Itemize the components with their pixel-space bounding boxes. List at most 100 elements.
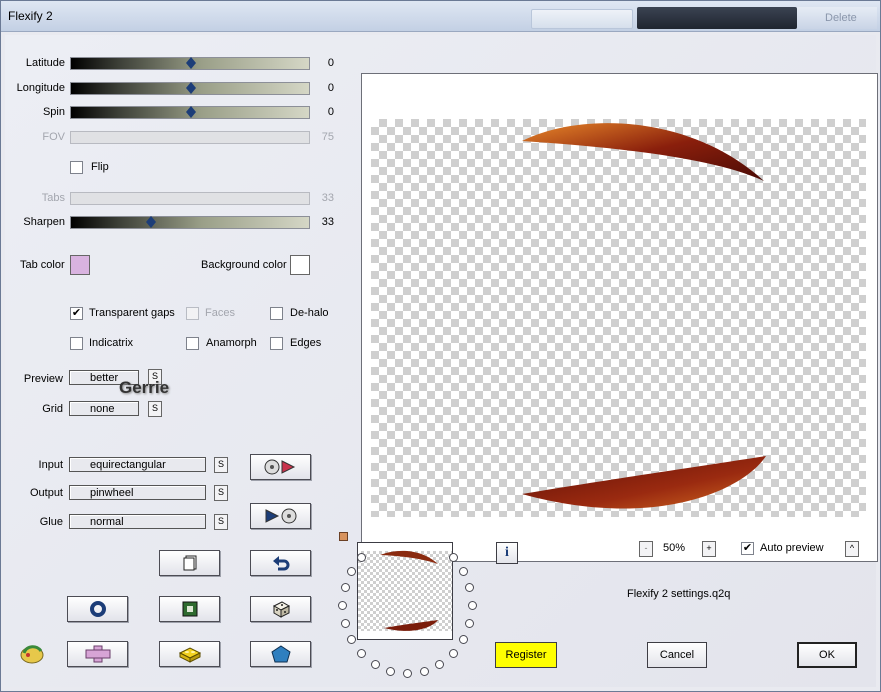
rotation-dial-dot[interactable] bbox=[347, 567, 357, 576]
background-window-strip bbox=[637, 7, 797, 29]
tab-color-label: Tab color bbox=[20, 259, 65, 271]
ring-button[interactable] bbox=[67, 596, 128, 622]
navigator-corner-handle[interactable] bbox=[339, 532, 348, 541]
indicatrix-checkbox[interactable] bbox=[70, 337, 83, 350]
grid-field[interactable]: none bbox=[69, 401, 139, 416]
rotation-dial-dot[interactable] bbox=[340, 583, 350, 593]
anamorph-label: Anamorph bbox=[206, 337, 257, 349]
rotation-dial-dot[interactable] bbox=[386, 666, 396, 676]
sharpen-slider-thumb[interactable] bbox=[146, 216, 156, 228]
fov-slider[interactable] bbox=[70, 131, 310, 144]
sharpen-slider[interactable] bbox=[70, 216, 310, 229]
latitude-label: Latitude bbox=[25, 57, 65, 69]
pentagon-icon bbox=[270, 645, 291, 663]
fov-value: 75 bbox=[321, 131, 334, 143]
auto-preview-checkbox[interactable]: ✔ bbox=[741, 542, 754, 555]
rotation-dial-dot[interactable] bbox=[370, 659, 380, 669]
save-output-button[interactable] bbox=[250, 503, 311, 529]
latitude-slider-thumb[interactable] bbox=[186, 57, 196, 69]
faces-checkbox[interactable] bbox=[186, 307, 199, 320]
flip-label: Flip bbox=[91, 161, 109, 173]
fov-label: FOV bbox=[42, 131, 65, 143]
zoom-level: 50% bbox=[663, 542, 686, 554]
undo-arrow-icon bbox=[272, 556, 289, 571]
sharpen-label: Sharpen bbox=[23, 216, 65, 228]
navigator-arc-bottom bbox=[384, 620, 438, 631]
rotation-dial-dot[interactable] bbox=[465, 618, 475, 628]
sharpen-value: 33 bbox=[321, 216, 334, 228]
longitude-slider[interactable] bbox=[70, 82, 310, 95]
longitude-value: 0 bbox=[327, 82, 334, 94]
output-projection-field[interactable]: pinwheel bbox=[69, 485, 206, 500]
de-halo-checkbox[interactable] bbox=[270, 307, 283, 320]
edges-label: Edges bbox=[290, 337, 322, 349]
output-label: Output bbox=[29, 487, 63, 499]
grid-label: Grid bbox=[42, 403, 63, 415]
transparent-gaps-label: Transparent gaps bbox=[89, 307, 175, 319]
glue-s-button[interactable]: S bbox=[214, 514, 228, 530]
rotation-dial-dot[interactable] bbox=[467, 601, 477, 610]
delete-label: Delete bbox=[825, 12, 857, 24]
rotation-dial-dot[interactable] bbox=[435, 659, 445, 669]
watermark-text: Gerrie bbox=[119, 378, 170, 397]
longitude-slider-thumb[interactable] bbox=[186, 82, 196, 94]
background-color-swatch[interactable] bbox=[290, 255, 310, 275]
square-frame-icon bbox=[182, 601, 197, 617]
ok-button[interactable]: OK bbox=[797, 642, 857, 668]
cancel-button[interactable]: Cancel bbox=[647, 642, 707, 668]
copy-settings-button[interactable] bbox=[159, 550, 220, 576]
rotation-dial-dot[interactable] bbox=[448, 552, 458, 562]
output-s-button[interactable]: S bbox=[214, 485, 228, 501]
latitude-slider[interactable] bbox=[70, 57, 310, 70]
register-button[interactable]: Register bbox=[495, 642, 557, 668]
block-button[interactable] bbox=[159, 641, 220, 667]
preview-canvas[interactable] bbox=[361, 73, 878, 562]
tabs-value: 33 bbox=[321, 192, 334, 204]
tabs-slider[interactable] bbox=[70, 192, 310, 205]
rotation-dial-dot[interactable] bbox=[340, 618, 350, 628]
input-s-button[interactable]: S bbox=[214, 457, 228, 473]
frame-button[interactable] bbox=[159, 596, 220, 622]
lego-brick-icon bbox=[178, 647, 201, 663]
info-button[interactable]: i bbox=[496, 542, 518, 564]
rotation-dial-dot[interactable] bbox=[458, 635, 468, 644]
expand-button[interactable]: ^ bbox=[845, 541, 859, 557]
latitude-value: 0 bbox=[327, 57, 334, 69]
rotation-dial-dot[interactable] bbox=[403, 669, 412, 678]
indicatrix-label: Indicatrix bbox=[89, 337, 134, 349]
spin-slider[interactable] bbox=[70, 106, 310, 119]
rotation-dial-dot[interactable] bbox=[465, 583, 475, 593]
glue-field[interactable]: normal bbox=[69, 514, 206, 529]
disc-play-icon bbox=[264, 459, 295, 475]
page-icon bbox=[183, 555, 196, 571]
background-window-delete: Delete bbox=[797, 7, 877, 29]
grid-s-button[interactable]: S bbox=[148, 401, 162, 417]
anamorph-checkbox[interactable] bbox=[186, 337, 199, 350]
rotation-dial-dot[interactable] bbox=[448, 649, 458, 659]
background-color-label: Background color bbox=[201, 259, 287, 271]
navigator-thumbnail[interactable] bbox=[357, 542, 453, 640]
randomize-button[interactable] bbox=[250, 596, 311, 622]
edges-checkbox[interactable] bbox=[270, 337, 283, 350]
input-label: Input bbox=[38, 459, 63, 471]
load-input-button[interactable] bbox=[250, 454, 311, 480]
play-disc-icon bbox=[265, 508, 296, 524]
transparent-gaps-checkbox[interactable]: ✔ bbox=[70, 307, 83, 320]
rotation-dial-dot[interactable] bbox=[419, 666, 429, 676]
flip-checkbox[interactable] bbox=[70, 161, 83, 174]
preview-quality-label: Preview bbox=[23, 373, 63, 385]
spin-slider-thumb[interactable] bbox=[186, 106, 196, 118]
flexify-window: Flexify 2 Delete Latitude 0 Longitude 0 … bbox=[0, 0, 881, 692]
rotation-dial-dot[interactable] bbox=[357, 649, 367, 659]
rotation-dial-dot[interactable] bbox=[458, 567, 468, 576]
add-button[interactable] bbox=[67, 641, 128, 667]
tabs-label: Tabs bbox=[41, 192, 65, 204]
input-projection-field[interactable]: equirectangular bbox=[69, 457, 206, 472]
undo-button[interactable] bbox=[250, 550, 311, 576]
zoom-in-button[interactable]: + bbox=[702, 541, 716, 557]
rotation-dial-dot[interactable] bbox=[338, 601, 348, 610]
pentagon-button[interactable] bbox=[250, 641, 311, 667]
rotation-dial-dot[interactable] bbox=[347, 635, 357, 644]
zoom-out-button[interactable]: - bbox=[639, 541, 653, 557]
tab-color-swatch[interactable] bbox=[70, 255, 90, 275]
